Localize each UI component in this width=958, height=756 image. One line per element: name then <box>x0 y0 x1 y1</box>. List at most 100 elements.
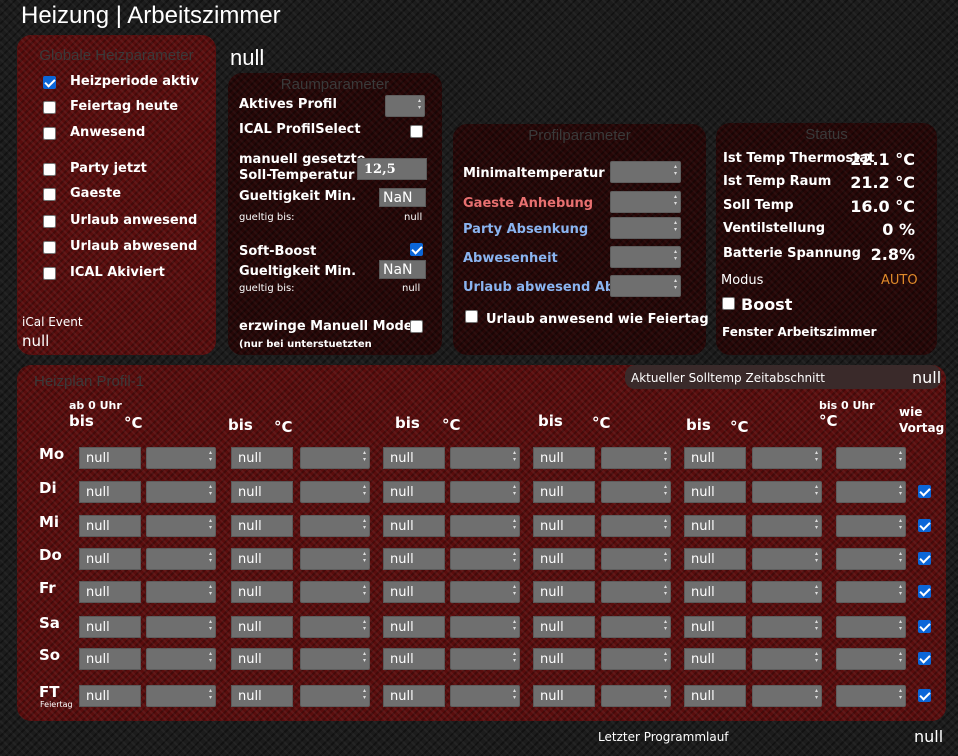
plan-time-input[interactable]: null <box>383 616 445 638</box>
plan-temp-select[interactable] <box>450 685 520 707</box>
plan-temp-select[interactable] <box>752 648 822 670</box>
plan-time-input[interactable]: null <box>383 648 445 670</box>
plan-time-input[interactable]: null <box>383 581 445 603</box>
plan-time-input[interactable]: null <box>533 685 595 707</box>
profile-row-select[interactable] <box>610 161 681 183</box>
plan-time-input[interactable]: null <box>231 481 293 503</box>
plan-temp-select[interactable] <box>450 648 520 670</box>
validity-input-2[interactable]: NaN <box>379 260 426 279</box>
manual-temp-input[interactable]: 12,5 <box>357 158 427 180</box>
plan-time-input[interactable]: null <box>79 648 141 670</box>
global-checkbox-6[interactable] <box>43 241 56 254</box>
plan-last-temp-select[interactable] <box>836 548 906 570</box>
profile-row-select[interactable] <box>610 191 681 213</box>
plan-time-input[interactable]: null <box>383 481 445 503</box>
plan-time-input[interactable]: null <box>79 616 141 638</box>
holiday-checkbox[interactable] <box>465 310 478 323</box>
vortag-checkbox[interactable] <box>918 485 931 498</box>
global-checkbox-0[interactable] <box>43 76 56 89</box>
softboost-checkbox[interactable] <box>410 243 423 256</box>
plan-time-input[interactable]: null <box>231 447 293 469</box>
boost-checkbox[interactable] <box>722 297 735 310</box>
global-checkbox-3[interactable] <box>43 163 56 176</box>
plan-temp-select[interactable] <box>752 581 822 603</box>
plan-time-input[interactable]: null <box>79 481 141 503</box>
plan-time-input[interactable]: null <box>533 581 595 603</box>
plan-time-input[interactable]: null <box>684 447 746 469</box>
plan-time-input[interactable]: null <box>383 548 445 570</box>
plan-time-input[interactable]: null <box>533 515 595 537</box>
plan-temp-select[interactable] <box>601 447 671 469</box>
plan-temp-select[interactable] <box>601 548 671 570</box>
plan-time-input[interactable]: null <box>383 685 445 707</box>
plan-temp-select[interactable] <box>146 515 216 537</box>
plan-temp-select[interactable] <box>146 616 216 638</box>
plan-temp-select[interactable] <box>300 616 370 638</box>
plan-temp-select[interactable] <box>752 447 822 469</box>
global-checkbox-1[interactable] <box>43 101 56 114</box>
plan-temp-select[interactable] <box>752 685 822 707</box>
vortag-checkbox[interactable] <box>918 519 931 532</box>
plan-last-temp-select[interactable] <box>836 616 906 638</box>
plan-time-input[interactable]: null <box>533 648 595 670</box>
plan-time-input[interactable]: null <box>684 648 746 670</box>
plan-temp-select[interactable] <box>601 581 671 603</box>
plan-last-temp-select[interactable] <box>836 581 906 603</box>
global-checkbox-2[interactable] <box>43 127 56 140</box>
plan-temp-select[interactable] <box>300 548 370 570</box>
global-checkbox-4[interactable] <box>43 188 56 201</box>
plan-temp-select[interactable] <box>752 616 822 638</box>
plan-temp-select[interactable] <box>300 447 370 469</box>
plan-time-input[interactable]: null <box>79 515 141 537</box>
plan-time-input[interactable]: null <box>684 481 746 503</box>
plan-temp-select[interactable] <box>450 515 520 537</box>
plan-time-input[interactable]: null <box>383 447 445 469</box>
plan-time-input[interactable]: null <box>684 548 746 570</box>
plan-temp-select[interactable] <box>146 481 216 503</box>
plan-time-input[interactable]: null <box>231 581 293 603</box>
vortag-checkbox[interactable] <box>918 689 931 702</box>
plan-time-input[interactable]: null <box>533 548 595 570</box>
force-manual-checkbox[interactable] <box>410 320 423 333</box>
plan-temp-select[interactable] <box>601 648 671 670</box>
plan-time-input[interactable]: null <box>684 515 746 537</box>
profile-row-select[interactable] <box>610 246 681 268</box>
plan-temp-select[interactable] <box>752 481 822 503</box>
plan-time-input[interactable]: null <box>79 548 141 570</box>
plan-time-input[interactable]: null <box>684 616 746 638</box>
plan-temp-select[interactable] <box>300 648 370 670</box>
plan-time-input[interactable]: null <box>79 685 141 707</box>
plan-time-input[interactable]: null <box>533 481 595 503</box>
plan-last-temp-select[interactable] <box>836 648 906 670</box>
plan-temp-select[interactable] <box>146 648 216 670</box>
plan-time-input[interactable]: null <box>684 581 746 603</box>
profile-row-select[interactable] <box>610 217 681 239</box>
validity-input-1[interactable]: NaN <box>379 188 426 207</box>
plan-temp-select[interactable] <box>146 685 216 707</box>
plan-temp-select[interactable] <box>146 548 216 570</box>
plan-time-input[interactable]: null <box>79 447 141 469</box>
plan-time-input[interactable]: null <box>79 581 141 603</box>
plan-time-input[interactable]: null <box>533 447 595 469</box>
profile-row-select[interactable] <box>610 275 681 297</box>
plan-time-input[interactable]: null <box>684 685 746 707</box>
vortag-checkbox[interactable] <box>918 552 931 565</box>
plan-temp-select[interactable] <box>601 515 671 537</box>
plan-last-temp-select[interactable] <box>836 515 906 537</box>
plan-time-input[interactable]: null <box>231 648 293 670</box>
plan-temp-select[interactable] <box>601 481 671 503</box>
plan-last-temp-select[interactable] <box>836 685 906 707</box>
plan-temp-select[interactable] <box>450 616 520 638</box>
plan-last-temp-select[interactable] <box>836 481 906 503</box>
plan-time-input[interactable]: null <box>231 616 293 638</box>
plan-temp-select[interactable] <box>450 581 520 603</box>
vortag-checkbox[interactable] <box>918 620 931 633</box>
plan-temp-select[interactable] <box>450 447 520 469</box>
global-checkbox-5[interactable] <box>43 215 56 228</box>
plan-temp-select[interactable] <box>450 548 520 570</box>
plan-time-input[interactable]: null <box>231 515 293 537</box>
plan-time-input[interactable]: null <box>383 515 445 537</box>
plan-temp-select[interactable] <box>300 481 370 503</box>
plan-temp-select[interactable] <box>300 581 370 603</box>
plan-temp-select[interactable] <box>752 515 822 537</box>
